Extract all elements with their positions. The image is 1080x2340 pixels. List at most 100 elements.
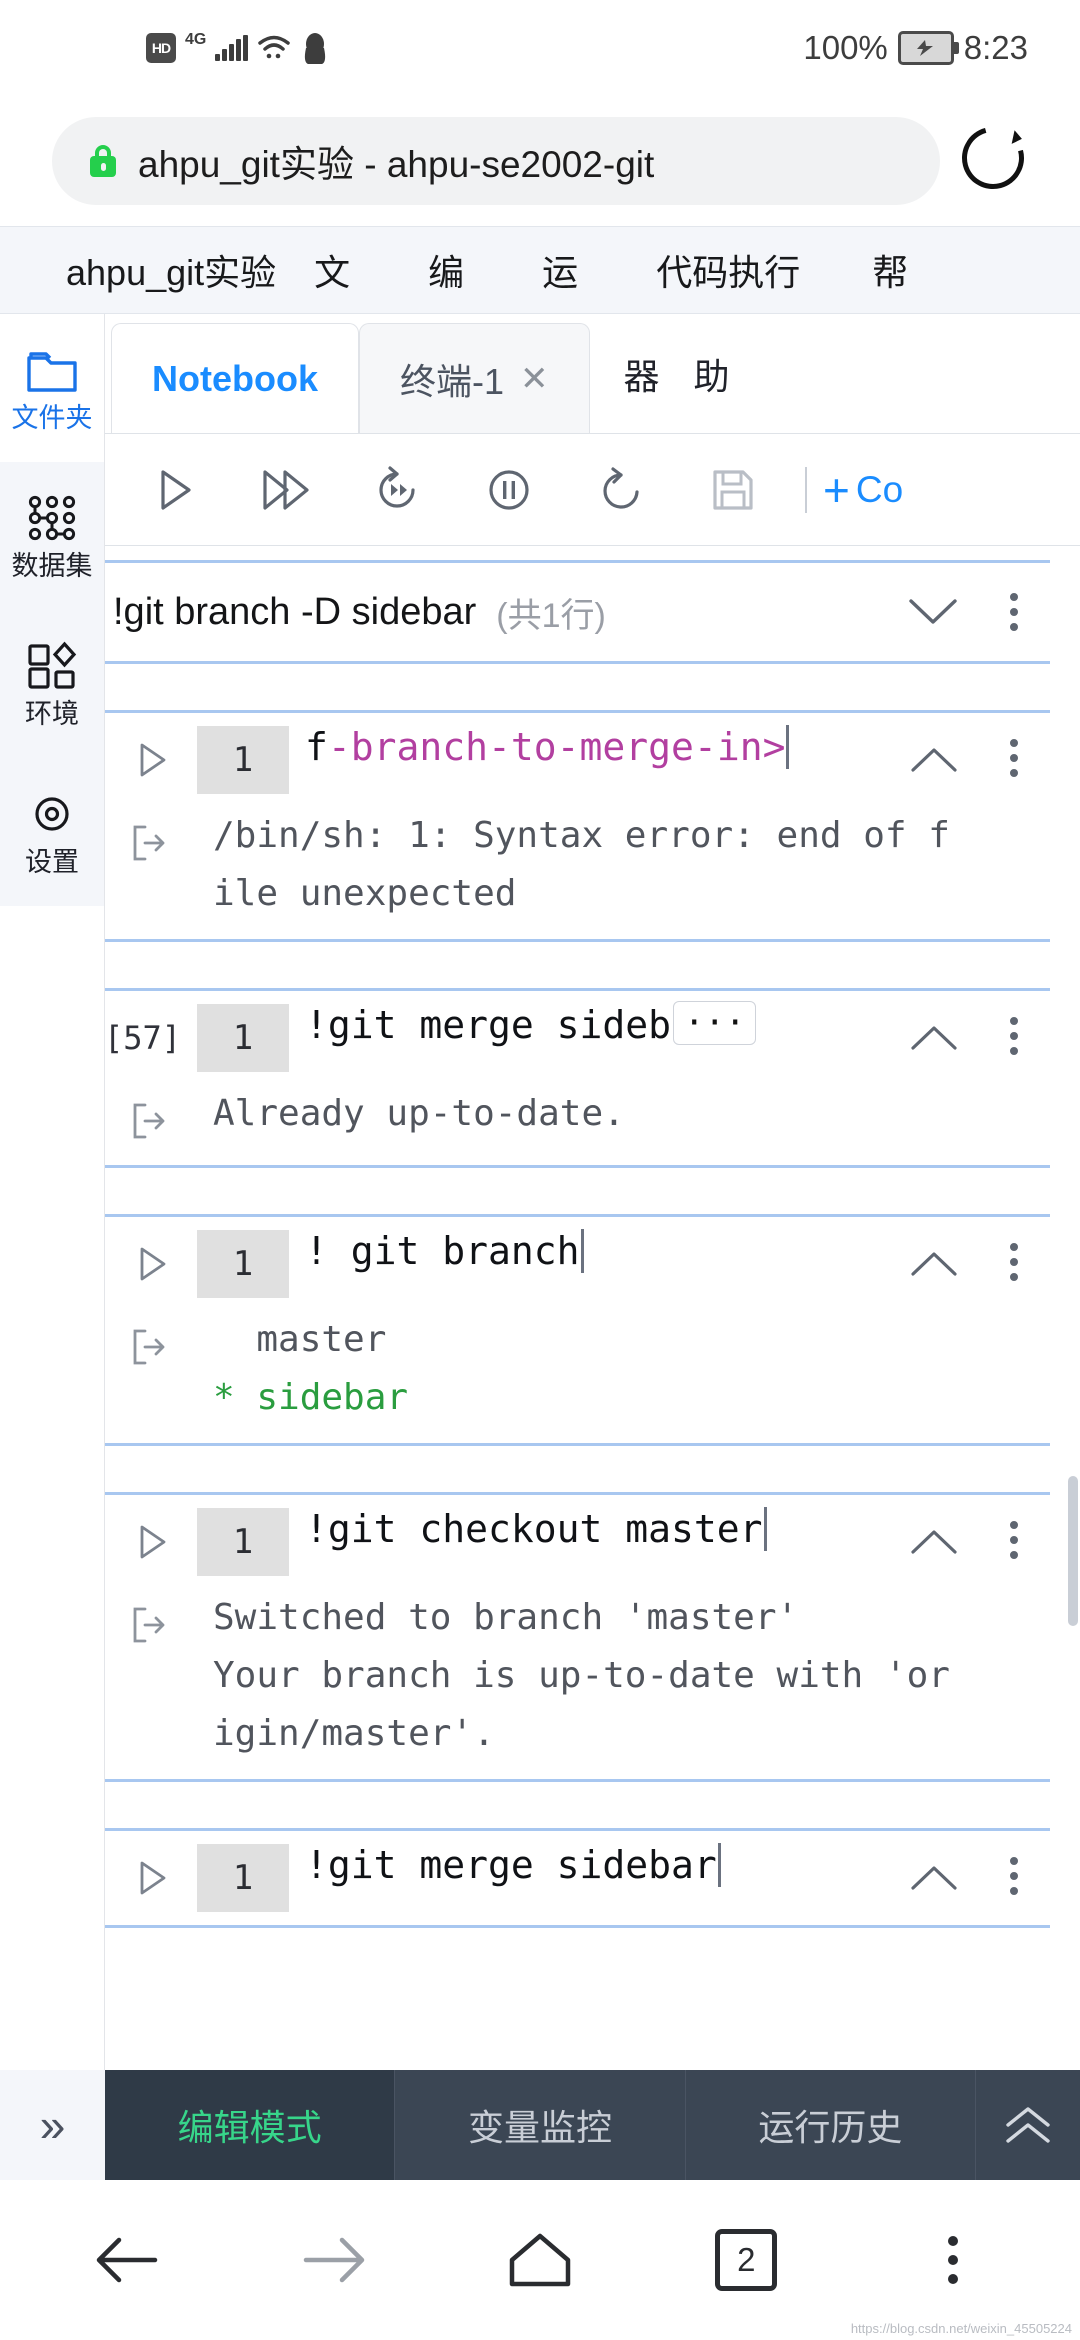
tab-notebook[interactable]: Notebook	[111, 323, 359, 433]
cell-line-number: 1	[197, 726, 289, 794]
chevron-up-icon[interactable]	[890, 1495, 978, 1589]
folder-icon	[27, 351, 77, 392]
sidebar-item-folders[interactable]: 文件夹	[0, 314, 104, 462]
cell-code[interactable]: !git merge sidebar	[289, 1831, 888, 1925]
cell-output: Already up-to-date.	[213, 1093, 625, 1134]
cell-spacer	[105, 1168, 1062, 1214]
app-menubar: ahpu_git实验 文 编 运 代码执行 帮	[0, 226, 1080, 314]
text-caret	[786, 725, 790, 769]
chevron-up-icon[interactable]	[890, 713, 978, 807]
restart-kernel-button[interactable]	[565, 434, 677, 546]
run-all-button[interactable]	[229, 434, 341, 546]
battery-icon	[897, 31, 959, 65]
page-title-text: ahpu_git实验 - ahpu-se2002-git	[138, 144, 655, 185]
arrow-right-icon[interactable]	[286, 2212, 382, 2308]
tab-overflow-1[interactable]: 器	[590, 319, 660, 429]
cell-code[interactable]: !git merge sideb ···	[289, 991, 888, 1085]
menu-item-help[interactable]: 帮	[800, 244, 908, 296]
chevron-up-icon[interactable]	[890, 1831, 978, 1925]
cell-output-line: master	[213, 1319, 387, 1360]
cell-spacer	[105, 1782, 1062, 1828]
status-bar-right: 100% 8:23	[803, 29, 1028, 67]
menu-item-code-exec[interactable]: 代码执行	[578, 244, 800, 296]
more-vertical-icon[interactable]	[978, 1495, 1050, 1585]
address-bar[interactable]: ahpu_git实验 - ahpu-se2002-git	[52, 117, 940, 205]
cell-output: Switched to branch 'master' Your branch …	[213, 1597, 950, 1754]
cell-run-button[interactable]	[105, 1217, 197, 1311]
tab-switcher-button[interactable]: 2	[698, 2212, 794, 2308]
notebook-toolbar: + Co	[105, 434, 1080, 546]
save-disk-icon	[713, 469, 753, 510]
chevron-double-right-icon[interactable]: »	[0, 2070, 105, 2180]
tab-notebook-label: Notebook	[152, 357, 318, 399]
run-cell-button[interactable]	[117, 434, 229, 546]
play-icon	[161, 469, 191, 510]
tab-terminal-1[interactable]: 终端-1 ✕	[359, 323, 590, 433]
close-icon[interactable]: ✕	[520, 359, 549, 399]
signal-bars-icon	[215, 35, 248, 61]
cell-run-button[interactable]	[105, 1495, 197, 1589]
cell-run-button[interactable]	[105, 1831, 197, 1925]
sidebar-item-environment[interactable]: 环境	[0, 610, 104, 758]
notebook-scroll-area[interactable]: !git branch -D sidebar (共1行) 1 f-branch-…	[105, 546, 1080, 2070]
interrupt-button[interactable]	[453, 434, 565, 546]
lock-icon	[90, 145, 116, 177]
bottombar-run-history[interactable]: 运行历史	[686, 2070, 976, 2180]
notebook-cell[interactable]: 1 !git checkout master Switched to branc…	[105, 1492, 1050, 1782]
menu-item-run[interactable]: 运	[464, 244, 578, 296]
arrow-left-icon[interactable]	[79, 2212, 175, 2308]
bottombar-edit-mode[interactable]: 编辑模式	[105, 2070, 396, 2180]
restart-run-button[interactable]	[341, 434, 453, 546]
chevron-up-icon[interactable]	[890, 1217, 978, 1311]
code-ellipsis[interactable]: ···	[673, 1001, 757, 1045]
more-vertical-icon[interactable]	[978, 1217, 1050, 1307]
code-plain: !git checkout master	[305, 1507, 763, 1551]
network-type-label: 4G	[185, 31, 207, 48]
reload-icon[interactable]	[950, 115, 1036, 201]
cell-spacer	[105, 1446, 1062, 1492]
menu-item-file[interactable]: 文	[276, 244, 350, 296]
command-row[interactable]: !git branch -D sidebar (共1行)	[105, 560, 1050, 664]
sidebar-item-settings[interactable]: 设置	[0, 758, 104, 906]
environment-shapes-icon	[28, 641, 77, 689]
play-outline-icon	[140, 1525, 166, 1559]
chevron-down-icon[interactable]	[888, 567, 978, 657]
restart-icon	[603, 466, 639, 509]
add-cell-button[interactable]: + Co	[823, 467, 903, 513]
watermark-text: https://blog.csdn.net/weixin_45505224	[850, 2321, 1072, 2336]
status-bar-left: HD 4G	[146, 30, 330, 66]
cell-run-button[interactable]	[105, 713, 197, 807]
vertical-scrollbar[interactable]	[1068, 1476, 1078, 1626]
home-icon[interactable]	[492, 2212, 588, 2308]
sidebar-item-datasets[interactable]: 数据集	[0, 462, 104, 610]
more-vertical-icon[interactable]	[905, 2212, 1001, 2308]
play-outline-icon	[140, 1861, 166, 1895]
output-arrow-icon	[105, 1311, 197, 1375]
chevron-up-icon[interactable]	[890, 991, 978, 1085]
tab-overflow-2[interactable]: 助	[660, 319, 730, 429]
output-arrow-icon	[105, 1589, 197, 1653]
toolbar-divider	[805, 466, 807, 513]
code-plain: f	[305, 725, 328, 769]
notebook-cell[interactable]: 1 !git merge sidebar	[105, 1828, 1050, 1928]
cell-code[interactable]: f-branch-to-merge-in>	[289, 713, 888, 807]
plus-icon: +	[823, 463, 850, 516]
notebook-cell[interactable]: [57] 1 !git merge sideb ··· Already up-t…	[105, 988, 1050, 1168]
more-vertical-icon[interactable]	[978, 1831, 1050, 1921]
code-plain: !git merge sidebar	[305, 1843, 717, 1887]
more-vertical-icon[interactable]	[978, 713, 1050, 803]
bottombar-variable-monitor[interactable]: 变量监控	[395, 2070, 686, 2180]
save-button[interactable]	[677, 434, 789, 546]
sidebar-label-datasets: 数据集	[11, 550, 93, 581]
menu-item-edit[interactable]: 编	[350, 244, 464, 296]
tab-terminal-1-label: 终端-1	[400, 360, 505, 402]
command-line-count: (共1行)	[496, 596, 606, 635]
cell-code[interactable]: !git checkout master	[289, 1495, 888, 1589]
more-vertical-icon[interactable]	[978, 991, 1050, 1081]
chevron-double-up-icon[interactable]	[976, 2070, 1080, 2180]
more-vertical-icon[interactable]	[978, 567, 1050, 657]
notebook-cell[interactable]: 1 ! git branch master * sidebar	[105, 1214, 1050, 1446]
cell-code[interactable]: ! git branch	[289, 1217, 888, 1311]
notebook-cell[interactable]: 1 f-branch-to-merge-in> /bin/sh: 1: Synt…	[105, 710, 1050, 942]
fast-forward-icon	[263, 469, 309, 510]
